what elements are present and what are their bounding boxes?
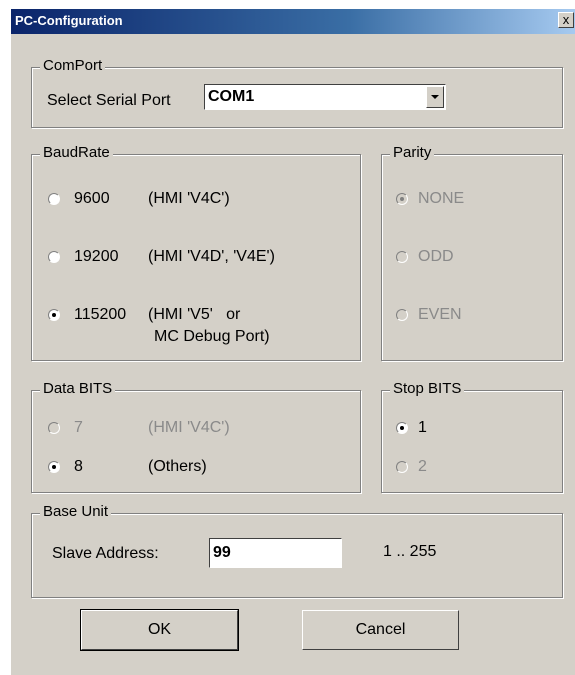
parity-group: Parity [381, 144, 563, 361]
databits-7-label: 7 [74, 419, 83, 436]
slave-address-input[interactable]: 99 [209, 538, 342, 568]
ok-button[interactable]: OK [80, 609, 239, 651]
close-icon: x [562, 12, 570, 27]
parity-none-radio[interactable] [396, 193, 408, 205]
baud-9600-desc: (HMI 'V4C') [148, 190, 230, 207]
baud-115200-label: 115200 [74, 306, 127, 323]
slave-address-value: 99 [213, 544, 231, 561]
stopbits-group: Stop BITS [381, 380, 563, 493]
stopbits-2-radio[interactable] [396, 461, 408, 473]
databits-7-radio[interactable] [48, 422, 60, 434]
serial-port-select[interactable]: COM1 [204, 84, 446, 110]
serial-port-value: COM1 [208, 88, 255, 105]
baud-115200-desc2: MC Debug Port) [154, 328, 270, 345]
parity-legend: Parity [390, 144, 435, 161]
slave-address-range: 1 .. 255 [383, 543, 437, 560]
baud-9600-label: 9600 [74, 190, 110, 207]
parity-none-label: NONE [418, 190, 465, 207]
slave-address-label: Slave Address: [52, 545, 159, 562]
parity-odd-label: ODD [418, 248, 454, 265]
baud-19200-label: 19200 [74, 248, 119, 265]
databits-7-desc: (HMI 'V4C') [148, 419, 230, 436]
parity-odd-radio[interactable] [396, 251, 408, 263]
databits-legend: Data BITS [40, 380, 116, 397]
baud-9600-radio[interactable] [48, 193, 60, 205]
chevron-down-icon[interactable] [426, 86, 444, 108]
parity-even-radio[interactable] [396, 309, 408, 321]
baud-115200-radio[interactable] [48, 309, 60, 321]
stopbits-legend: Stop BITS [390, 380, 465, 397]
parity-even-label: EVEN [418, 306, 462, 323]
select-serial-port-label: Select Serial Port [47, 92, 171, 109]
baudrate-legend: BaudRate [40, 144, 113, 161]
cancel-button[interactable]: Cancel [302, 610, 459, 650]
baud-19200-radio[interactable] [48, 251, 60, 263]
baseunit-legend: Base Unit [40, 503, 112, 520]
databits-group: Data BITS [31, 380, 361, 493]
baud-115200-desc: (HMI 'V5' or [148, 306, 241, 323]
databits-8-desc: (Others) [148, 458, 207, 475]
window-title: PC-Configuration [15, 13, 123, 28]
comport-legend: ComPort [40, 57, 106, 74]
pc-configuration-dialog: PC-Configuration x ComPort Select Serial… [11, 9, 575, 675]
databits-8-label: 8 [74, 458, 83, 475]
title-bar[interactable]: PC-Configuration x [11, 9, 575, 34]
stopbits-1-label: 1 [418, 419, 427, 436]
databits-8-radio[interactable] [48, 461, 60, 473]
close-button[interactable]: x [558, 12, 574, 28]
stopbits-2-label: 2 [418, 458, 427, 475]
baud-19200-desc: (HMI 'V4D', 'V4E') [148, 248, 275, 265]
stopbits-1-radio[interactable] [396, 422, 408, 434]
